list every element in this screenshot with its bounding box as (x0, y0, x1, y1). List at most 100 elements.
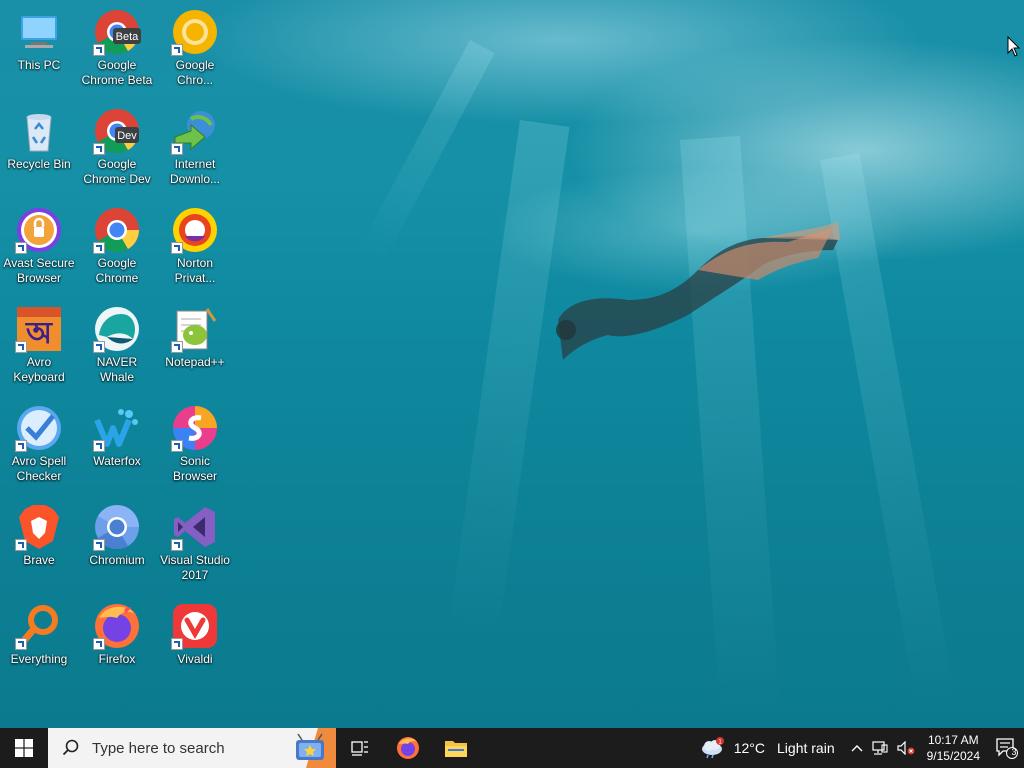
shortcut-arrow-icon (93, 44, 105, 56)
clock-date: 9/15/2024 (926, 749, 980, 763)
desktop-icon-label: Google Chrome Dev (83, 157, 151, 186)
weather-widget[interactable]: 1 12°C Light rain (692, 737, 845, 759)
desktop-icon-notepad-plus-plus[interactable]: Notepad++ (156, 299, 234, 370)
svg-text:Beta: Beta (116, 31, 140, 43)
desktop-icon-this-pc[interactable]: This PC (0, 2, 78, 73)
desktop-icon-avast-secure-browser[interactable]: Avast Secure Browser (0, 200, 78, 286)
desktop-icon-label: NAVER Whale (96, 355, 138, 384)
windows-logo-icon (15, 739, 33, 757)
chrome-canary-icon (171, 8, 219, 56)
desktop-icon-everything-search[interactable]: Everything (0, 596, 78, 667)
chromium-icon (93, 503, 141, 551)
taskbar: 1 12°C Light rain 10:17 AM (0, 728, 1024, 768)
desktop-icon-recycle-bin[interactable]: Recycle Bin (0, 101, 78, 172)
firefox-icon (93, 602, 141, 650)
avro-keyboard-icon: অ (15, 305, 63, 353)
light-ray (357, 40, 495, 266)
start-button[interactable] (0, 728, 48, 768)
shortcut-arrow-icon (93, 341, 105, 353)
weather-description: Light rain (777, 740, 835, 756)
desktop-icon-label: Sonic Browser (172, 454, 217, 483)
task-view-button[interactable] (336, 728, 384, 768)
desktop-icon-visual-studio[interactable]: Visual Studio 2017 (156, 497, 234, 583)
waterfox-icon (93, 404, 141, 452)
shortcut-arrow-icon (171, 143, 183, 155)
shortcut-arrow-icon (15, 341, 27, 353)
desktop-icon-label: Avro Keyboard (13, 355, 65, 384)
recycle-bin-icon (15, 107, 63, 155)
shortcut-arrow-icon (15, 242, 27, 254)
shortcut-arrow-icon (171, 638, 183, 650)
chrome-beta-icon: Beta (93, 8, 141, 56)
taskbar-firefox-button[interactable] (384, 728, 432, 768)
shortcut-arrow-icon (15, 638, 27, 650)
sonic-browser-icon (171, 404, 219, 452)
shortcut-arrow-icon (171, 341, 183, 353)
search-icon (62, 739, 79, 756)
desktop-icon-avro-keyboard[interactable]: অ Avro Keyboard (0, 299, 78, 385)
clock-time: 10:17 AM (927, 733, 979, 747)
desktop-icon-label: Visual Studio 2017 (160, 553, 230, 582)
system-tray: 1 12°C Light rain 10:17 AM 9/15/2024 3 (692, 728, 1024, 768)
desktop-icon-label: Brave (23, 553, 55, 567)
chrome-dev-icon: Dev (93, 107, 141, 155)
desktop-icon-label: Google Chrome Beta (81, 58, 153, 87)
desktop-icon-sonic-browser[interactable]: Sonic Browser (156, 398, 234, 484)
rain-cloud-icon: 1 (701, 737, 724, 759)
desktop-icon-naver-whale[interactable]: NAVER Whale (78, 299, 156, 385)
desktop-icon-label: Internet Downlo... (169, 157, 221, 186)
desktop-icon-label: This PC (17, 58, 61, 72)
action-center-button[interactable]: 3 (990, 728, 1024, 768)
shortcut-arrow-icon (93, 242, 105, 254)
desktop-icon-chromium[interactable]: Chromium (78, 497, 156, 568)
desktop-icon-firefox[interactable]: Firefox (78, 596, 156, 667)
search-input[interactable] (92, 739, 282, 757)
desktop-icon-waterfox[interactable]: Waterfox (78, 398, 156, 469)
desktop-icon-chrome-dev[interactable]: Dev Google Chrome Dev (78, 101, 156, 187)
taskbar-file-explorer-button[interactable] (432, 728, 480, 768)
shortcut-arrow-icon (171, 539, 183, 551)
light-ray (447, 120, 570, 642)
desktop-icon-brave[interactable]: Brave (0, 497, 78, 568)
clock[interactable]: 10:17 AM 9/15/2024 (921, 732, 990, 764)
desktop-icon-label: Waterfox (93, 454, 141, 468)
desktop-icon-internet-download-manager[interactable]: Internet Downlo... (156, 101, 234, 187)
desktop-icon-label: Firefox (98, 652, 136, 666)
svg-text:অ: অ (25, 316, 53, 351)
chrome-icon (93, 206, 141, 254)
norton-private-browser-icon (171, 206, 219, 254)
taskbar-search-box[interactable] (48, 728, 336, 768)
search-highlight-icon[interactable] (288, 728, 336, 768)
desktop-icon-vivaldi[interactable]: Vivaldi (156, 596, 234, 667)
svg-text:Dev: Dev (117, 130, 137, 142)
network-icon[interactable] (872, 741, 888, 755)
desktop-icon-label: Chromium (89, 553, 145, 567)
desktop-icon-label: Norton Privat... (174, 256, 216, 285)
avast-secure-browser-icon (15, 206, 63, 254)
internet-download-manager-icon (171, 107, 219, 155)
desktop-icon-label: Recycle Bin (7, 157, 71, 171)
volume-muted-icon[interactable] (897, 741, 915, 755)
shortcut-arrow-icon (171, 242, 183, 254)
desktop-icon-norton-private-browser[interactable]: Norton Privat... (156, 200, 234, 286)
desktop-icon-label: Vivaldi (177, 652, 213, 666)
desktop-icon-label: Google Chro... (175, 58, 215, 87)
notification-count: 3 (1011, 747, 1017, 757)
chevron-up-icon[interactable] (851, 743, 863, 753)
notepad-plus-plus-icon (171, 305, 219, 353)
desktop-icon-chrome-canary[interactable]: Google Chro... (156, 2, 234, 88)
desktop-icon-label: Avast Secure Browser (3, 256, 75, 285)
brave-icon (15, 503, 63, 551)
naver-whale-icon (93, 305, 141, 353)
this-pc-icon (15, 8, 63, 56)
desktop-icon-label: Avro Spell Checker (11, 454, 67, 483)
desktop-icon-chrome[interactable]: Google Chrome (78, 200, 156, 286)
shortcut-arrow-icon (15, 440, 27, 452)
shortcut-arrow-icon (93, 143, 105, 155)
shortcut-arrow-icon (93, 638, 105, 650)
weather-badge: 1 (718, 739, 722, 746)
desktop-icon-avro-spell-checker[interactable]: Avro Spell Checker (0, 398, 78, 484)
desktop-icon-chrome-beta[interactable]: Beta Google Chrome Beta (78, 2, 156, 88)
weather-temperature: 12°C (733, 740, 766, 756)
desktop-icon-label: Everything (10, 652, 68, 666)
